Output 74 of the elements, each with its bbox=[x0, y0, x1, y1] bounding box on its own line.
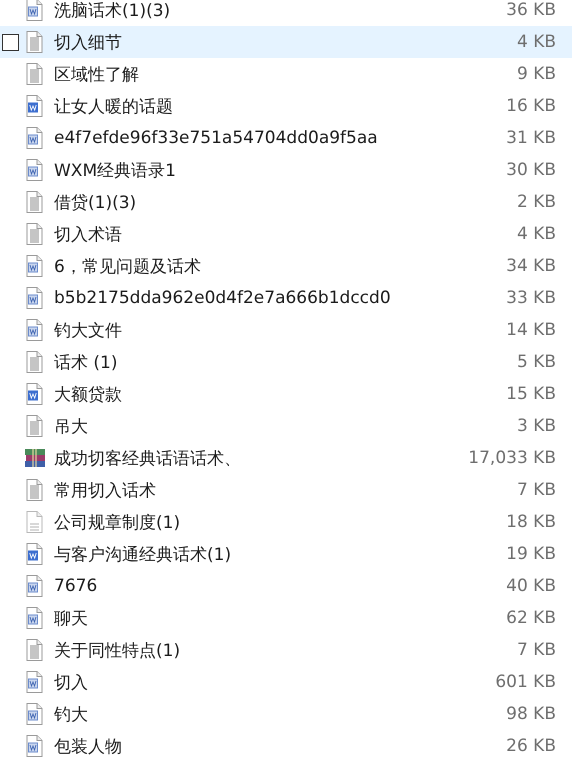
file-name[interactable]: 聊天 bbox=[54, 606, 88, 630]
file-row[interactable]: 吊大 3 KB bbox=[0, 410, 572, 442]
file-size: 98 KB bbox=[506, 704, 556, 724]
file-name[interactable]: 常用切入话术 bbox=[54, 478, 156, 502]
file-row[interactable]: 6，常见问题及话术 34 KB bbox=[0, 250, 572, 282]
file-size: 7 KB bbox=[516, 480, 556, 500]
file-name[interactable]: 包装人物 bbox=[54, 734, 122, 758]
file-size: 19 KB bbox=[506, 544, 556, 564]
file-name[interactable]: 7676 bbox=[54, 576, 98, 596]
file-name[interactable]: WXM经典语录1 bbox=[54, 158, 176, 182]
books-icon bbox=[24, 446, 46, 470]
file-size: 16 KB bbox=[506, 96, 556, 116]
file-name[interactable]: 洗脑话术(1)(3) bbox=[54, 0, 170, 22]
file-row[interactable]: 洗脑话术(1)(3) 36 KB bbox=[0, 0, 572, 26]
file-size: 31 KB bbox=[506, 128, 556, 148]
file-name[interactable]: b5b2175dda962e0d4f2e7a666b1dccd0 bbox=[54, 288, 391, 308]
file-row[interactable]: 大额贷款 15 KB bbox=[0, 378, 572, 410]
file-name[interactable]: 区域性了解 bbox=[54, 62, 139, 86]
file-name[interactable]: 钓大 bbox=[54, 702, 88, 726]
file-row[interactable]: 7676 40 KB bbox=[0, 570, 572, 602]
file-size: 15 KB bbox=[506, 384, 556, 404]
file-size: 5 KB bbox=[516, 352, 556, 372]
file-row[interactable]: 包装人物 26 KB bbox=[0, 730, 572, 762]
file-row[interactable]: 聊天 62 KB bbox=[0, 602, 572, 634]
file-name[interactable]: 让女人暖的话题 bbox=[54, 94, 173, 118]
file-size: 26 KB bbox=[506, 736, 556, 756]
file-row[interactable]: 切入 601 KB bbox=[0, 666, 572, 698]
file-size: 33 KB bbox=[506, 288, 556, 308]
file-name[interactable]: 钓大文件 bbox=[54, 318, 122, 342]
file-name[interactable]: 切入术语 bbox=[54, 222, 122, 246]
file-name[interactable]: 话术 (1) bbox=[54, 350, 118, 374]
file-size: 62 KB bbox=[506, 608, 556, 628]
file-name[interactable]: 切入细节 bbox=[54, 30, 122, 54]
file-row[interactable]: WXM经典语录1 30 KB bbox=[0, 154, 572, 186]
file-name[interactable]: 与客户沟通经典话术(1) bbox=[54, 542, 232, 566]
file-size: 18 KB bbox=[506, 512, 556, 532]
file-row[interactable]: 借贷(1)(3) 2 KB bbox=[0, 186, 572, 218]
file-size: 4 KB bbox=[516, 224, 556, 244]
file-name[interactable]: 大额贷款 bbox=[54, 382, 122, 406]
file-size: 3 KB bbox=[516, 416, 556, 436]
file-row[interactable]: 钓大文件 14 KB bbox=[0, 314, 572, 346]
file-size: 34 KB bbox=[506, 256, 556, 276]
file-name[interactable]: 切入 bbox=[54, 670, 88, 694]
file-size: 14 KB bbox=[506, 320, 556, 340]
file-row[interactable]: 切入术语 4 KB bbox=[0, 218, 572, 250]
file-size: 40 KB bbox=[506, 576, 556, 596]
file-name[interactable]: 6，常见问题及话术 bbox=[54, 254, 201, 278]
file-row[interactable]: 让女人暖的话题 16 KB bbox=[0, 90, 572, 122]
file-row[interactable]: 钓大 98 KB bbox=[0, 698, 572, 730]
file-size: 9 KB bbox=[516, 64, 556, 84]
file-size: 601 KB bbox=[495, 672, 556, 692]
file-size: 2 KB bbox=[516, 192, 556, 212]
file-size: 4 KB bbox=[516, 32, 556, 52]
file-name[interactable]: 成功切客经典话语话术、 bbox=[54, 446, 241, 470]
file-name[interactable]: e4f7efde96f33e751a54704dd0a9f5aa bbox=[54, 128, 378, 148]
file-name[interactable]: 借贷(1)(3) bbox=[54, 190, 136, 214]
file-name[interactable]: 吊大 bbox=[54, 414, 88, 438]
file-row[interactable]: 公司规章制度(1) 18 KB bbox=[0, 506, 572, 538]
file-row[interactable]: 切入细节 4 KB bbox=[0, 26, 572, 58]
file-row[interactable]: 与客户沟通经典话术(1) 19 KB bbox=[0, 538, 572, 570]
file-size: 36 KB bbox=[506, 0, 556, 20]
file-name[interactable]: 公司规章制度(1) bbox=[54, 510, 180, 534]
file-row[interactable]: 关于同性特点(1) 7 KB bbox=[0, 634, 572, 666]
file-name[interactable]: 关于同性特点(1) bbox=[54, 638, 180, 662]
file-size: 7 KB bbox=[516, 640, 556, 660]
file-row[interactable]: 区域性了解 9 KB bbox=[0, 58, 572, 90]
file-row[interactable]: 成功切客经典话语话术、 17,033 KB bbox=[0, 442, 572, 474]
file-row[interactable]: 话术 (1) 5 KB bbox=[0, 346, 572, 378]
checkbox[interactable] bbox=[2, 34, 19, 50]
file-row[interactable]: b5b2175dda962e0d4f2e7a666b1dccd0 33 KB bbox=[0, 282, 572, 314]
file-size: 30 KB bbox=[506, 160, 556, 180]
file-size: 17,033 KB bbox=[468, 448, 556, 468]
file-row[interactable]: 常用切入话术 7 KB bbox=[0, 474, 572, 506]
file-row[interactable]: e4f7efde96f33e751a54704dd0a9f5aa 31 KB bbox=[0, 122, 572, 154]
